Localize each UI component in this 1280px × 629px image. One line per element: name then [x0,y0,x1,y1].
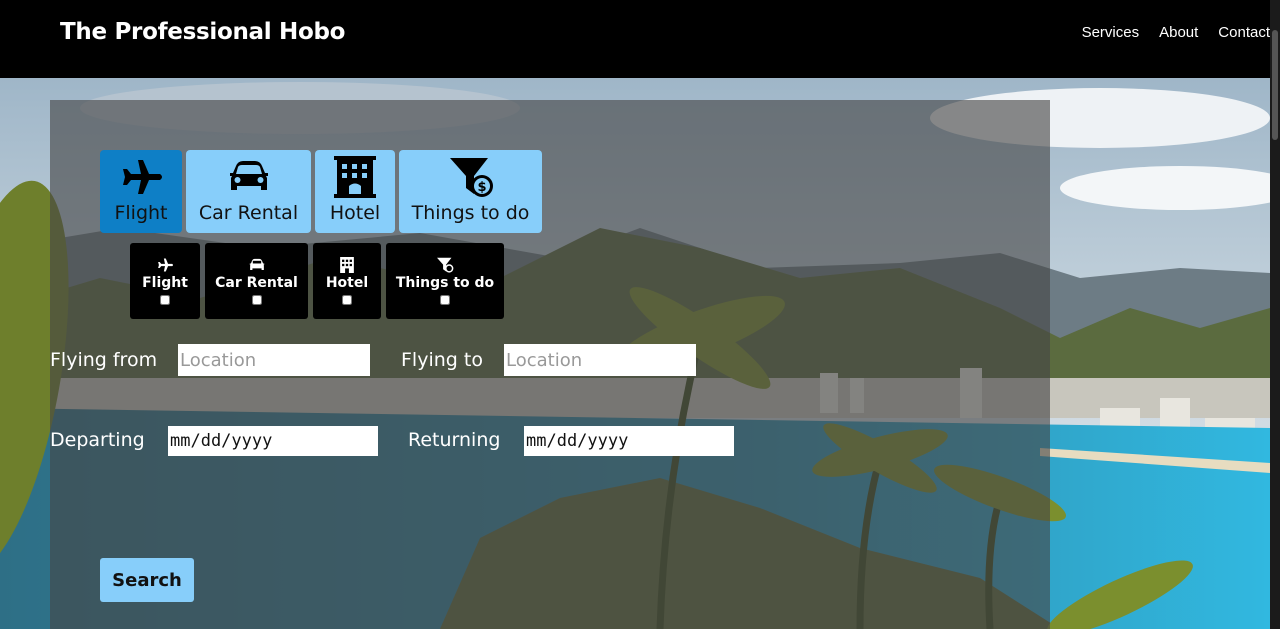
scrollbar-thumb[interactable] [1272,30,1278,140]
flying-to-label: Flying to [401,349,483,371]
things-to-do-checkbox[interactable] [440,295,450,305]
hotel-icon [334,156,376,198]
checkbox-tab-label: Hotel [325,275,369,291]
tab-hotel[interactable]: Hotel [315,150,395,233]
flight-checkbox[interactable] [160,295,170,305]
nav-contact[interactable]: Contact [1218,24,1270,41]
tab-flight[interactable]: Flight [100,150,182,233]
checkbox-tabs: Flight Car Rental Hotel Things to do [130,243,504,319]
checkbox-tab-car-rental[interactable]: Car Rental [205,243,308,319]
checkbox-tab-label: Car Rental [215,275,298,291]
svg-text:$: $ [477,180,486,195]
checkbox-tab-hotel[interactable]: Hotel [313,243,381,319]
plane-icon [123,160,162,194]
funnel-dollar-icon [437,257,454,273]
flying-from-label: Flying from [50,349,158,371]
returning-label: Returning [408,429,501,451]
site-header: The Professional Hobo Services About Con… [0,0,1280,78]
car-icon [249,258,264,270]
main-nav: Services About Contact [1082,24,1270,41]
brand-title[interactable]: The Professional Hobo [60,19,345,45]
nav-about[interactable]: About [1159,24,1198,41]
car-icon [229,161,268,190]
checkbox-tab-flight[interactable]: Flight [130,243,200,319]
checkbox-tab-label: Flight [142,275,188,291]
scrollbar[interactable] [1270,0,1280,629]
search-button[interactable]: Search [100,558,194,602]
tab-label: Things to do [411,202,530,224]
tab-things-to-do[interactable]: $ Things to do [399,150,542,233]
returning-date-input[interactable] [524,426,734,456]
booking-panel: Flight Car Rental Hotel $ Things to do F… [50,100,1050,629]
tab-label: Car Rental [198,202,299,224]
hotel-icon [340,257,354,273]
tab-car-rental[interactable]: Car Rental [186,150,311,233]
plane-icon [158,258,173,272]
flying-to-input[interactable] [504,344,696,376]
checkbox-tab-things-to-do[interactable]: Things to do [386,243,504,319]
hotel-checkbox[interactable] [342,295,352,305]
departing-label: Departing [50,429,145,451]
funnel-dollar-icon: $ [449,158,493,197]
flying-from-input[interactable] [178,344,370,376]
category-tabs: Flight Car Rental Hotel $ Things to do [100,150,542,233]
car-rental-checkbox[interactable] [251,295,262,305]
departing-date-input[interactable] [168,426,378,456]
tab-label: Flight [114,202,168,224]
tab-label: Hotel [329,202,381,224]
checkbox-tab-label: Things to do [395,275,495,291]
nav-services[interactable]: Services [1082,24,1140,41]
